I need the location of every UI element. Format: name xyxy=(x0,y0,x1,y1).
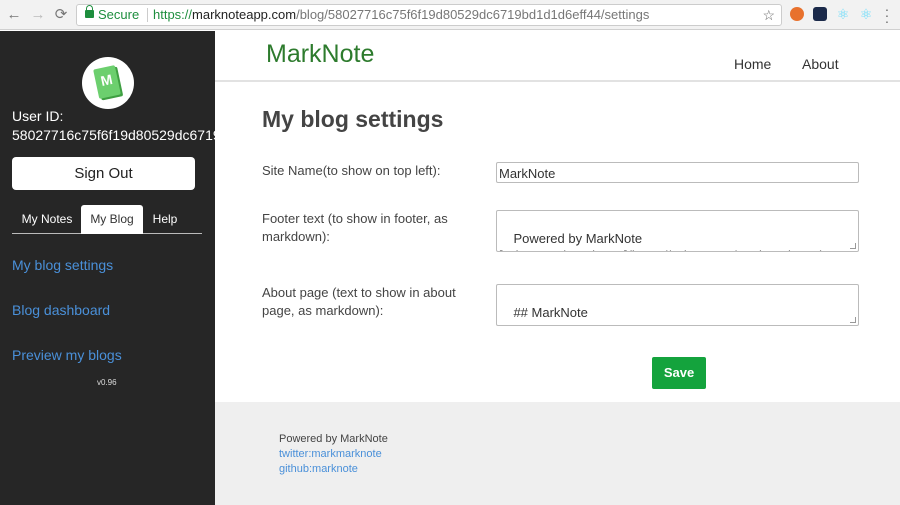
footer-text-label: Footer text (to show in footer, as markd… xyxy=(262,211,448,244)
user-id-value: 58027716c75f6f19d80529dc6719bd1d1d6eff44 xyxy=(12,127,215,143)
extension-orange-icon[interactable] xyxy=(790,7,804,21)
sidebar-item-blog-settings[interactable]: My blog settings xyxy=(12,257,113,273)
tab-my-blog[interactable]: My Blog xyxy=(81,205,143,234)
user-id-label: User ID: xyxy=(12,108,64,124)
react-devtools-alt-icon[interactable]: ⚛ xyxy=(859,7,873,21)
browser-toolbar: ← → ⟳ Secure https://marknoteapp.com/blo… xyxy=(0,0,900,30)
sidebar-tabs: My Notes My Blog Help xyxy=(12,205,202,234)
browser-menu-icon[interactable]: · · · xyxy=(884,2,890,28)
footer-powered-text: Powered by MarkNote xyxy=(279,433,388,445)
footer-text-value: Powered by MarkNote [twitter:markmarknot… xyxy=(499,231,824,251)
url-scheme: https:// xyxy=(153,7,193,22)
site-name-input[interactable]: MarkNote xyxy=(496,162,859,183)
footer-twitter-link[interactable]: twitter:markmarknote xyxy=(279,448,382,460)
site-brand[interactable]: MarkNote xyxy=(266,40,374,69)
version-label: v0.96 xyxy=(97,378,117,387)
sidebar-item-preview-blogs[interactable]: Preview my blogs xyxy=(12,347,122,363)
url-host: marknoteapp.com xyxy=(192,7,297,22)
settings-panel: My blog settings Site Name(to show on to… xyxy=(215,84,900,402)
page-title: My blog settings xyxy=(262,106,444,132)
react-devtools-icon[interactable]: ⚛ xyxy=(836,7,850,21)
lock-icon xyxy=(85,5,94,18)
avatar: M xyxy=(82,57,134,109)
reload-icon[interactable]: ⟳ xyxy=(52,6,70,24)
address-separator xyxy=(147,8,148,22)
about-page-label: About page (text to show in about page, … xyxy=(262,285,456,318)
sidebar-item-blog-dashboard[interactable]: Blog dashboard xyxy=(12,302,110,318)
address-bar[interactable]: Secure https://marknoteapp.com/blog/5802… xyxy=(76,4,782,26)
site-name-label: Site Name(to show on top left): xyxy=(262,163,441,178)
about-page-value: ## MarkNote xyxy=(513,305,588,320)
forward-icon[interactable]: → xyxy=(29,6,47,24)
footer-github-link[interactable]: github:marknote xyxy=(279,463,358,475)
sidebar: M User ID: 58027716c75f6f19d80529dc6719b… xyxy=(0,31,215,505)
bookmark-star-icon[interactable]: ☆ xyxy=(762,5,775,25)
save-button[interactable]: Save xyxy=(652,357,706,389)
sign-out-button[interactable]: Sign Out xyxy=(12,157,195,190)
resize-grip-icon[interactable] xyxy=(850,243,856,249)
tab-help[interactable]: Help xyxy=(143,205,187,234)
about-page-textarea[interactable]: ## MarkNote xyxy=(496,284,859,326)
extension-dark-icon[interactable] xyxy=(813,7,827,21)
nav-home-link[interactable]: Home xyxy=(734,56,771,72)
url-path: /blog/58027716c75f6f19d80529dc6719bd1d1d… xyxy=(296,7,650,22)
logo-letter: M xyxy=(99,71,114,90)
site-footer: Powered by MarkNote twitter:markmarknote… xyxy=(215,402,900,505)
url-text[interactable]: https://marknoteapp.com/blog/58027716c75… xyxy=(153,5,649,25)
nav-about-link[interactable]: About xyxy=(802,56,839,72)
tab-my-notes[interactable]: My Notes xyxy=(12,205,82,234)
site-header: MarkNote Home About xyxy=(215,31,900,82)
back-icon[interactable]: ← xyxy=(5,6,23,24)
resize-grip-icon[interactable] xyxy=(850,317,856,323)
secure-label: Secure xyxy=(98,7,140,22)
footer-text-textarea[interactable]: Powered by MarkNote [twitter:markmarknot… xyxy=(496,210,859,252)
marknote-logo-icon: M xyxy=(93,65,121,99)
